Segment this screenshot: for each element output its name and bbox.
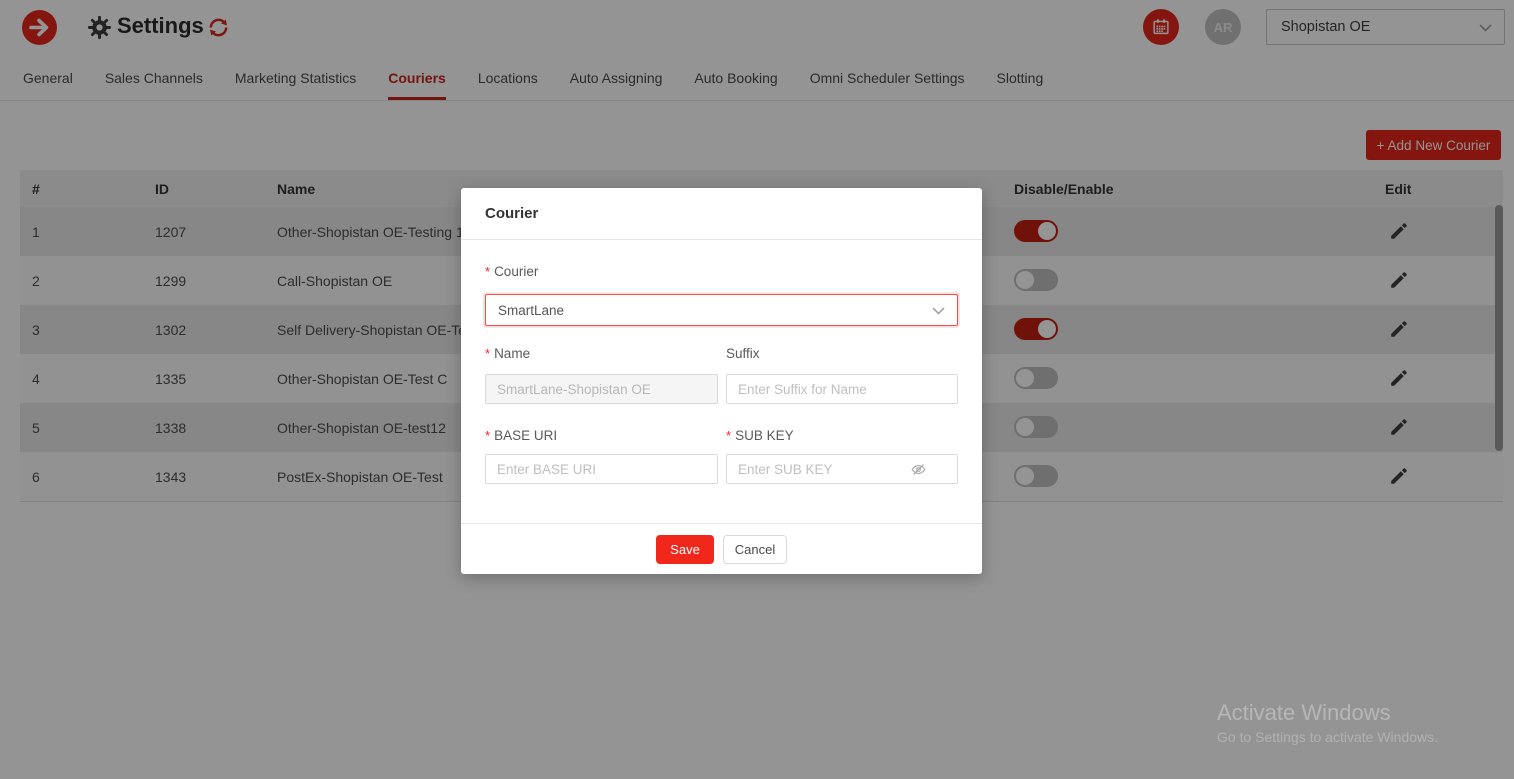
eye-invisible-icon[interactable] [910,461,927,478]
base-uri-field-label: *BASE URI [485,428,557,443]
settings-page: Settings AR Shopistan OE [0,0,1514,779]
modal-footer: Save Cancel [461,523,982,574]
required-marker: * [726,428,731,443]
required-marker: * [485,346,490,361]
cancel-button[interactable]: Cancel [723,535,787,564]
name-input[interactable] [485,374,718,404]
name-field-label: *Name [485,346,530,361]
base-uri-input[interactable] [485,454,718,484]
required-marker: * [485,428,490,443]
courier-modal: Courier *Courier SmartLane *Name Suffix … [461,188,982,574]
suffix-field-label: Suffix [726,346,760,361]
modal-title: Courier [485,205,538,222]
courier-field-label: *Courier [485,264,538,279]
required-marker: * [485,264,490,279]
chevron-down-icon [932,307,945,315]
modal-header: Courier [461,188,982,240]
sub-key-field-label: *SUB KEY [726,428,794,443]
courier-select-value: SmartLane [498,303,564,318]
save-button[interactable]: Save [656,535,714,564]
suffix-input[interactable] [726,374,958,404]
courier-select[interactable]: SmartLane [485,294,958,326]
